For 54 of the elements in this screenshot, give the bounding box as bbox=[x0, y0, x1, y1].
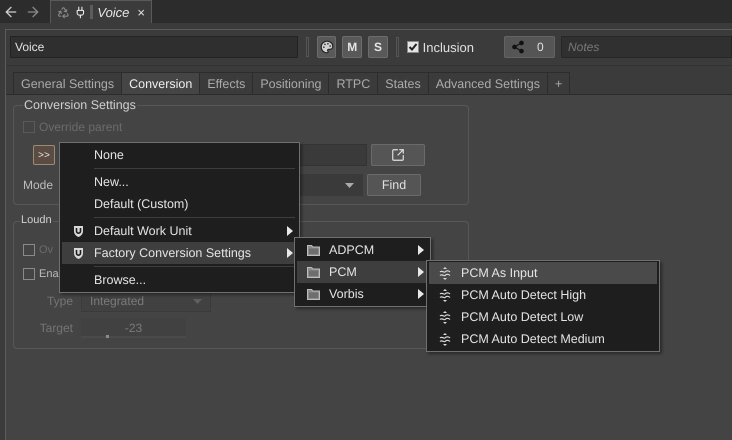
conversion-icon bbox=[439, 288, 451, 302]
inclusion-checkbox[interactable] bbox=[406, 41, 419, 53]
tab[interactable]: + bbox=[546, 72, 570, 94]
solo-button[interactable]: S bbox=[368, 36, 388, 58]
notes-field[interactable]: Notes bbox=[561, 36, 732, 58]
tab-title: Voice bbox=[97, 4, 130, 20]
menu-item[interactable]: Default Work Unit bbox=[62, 220, 297, 242]
inclusion-label: Inclusion bbox=[422, 40, 474, 54]
dropdown-value: Integrated bbox=[90, 294, 144, 308]
menu-item[interactable]: PCM Auto Detect Medium bbox=[429, 328, 657, 350]
folder-icon bbox=[306, 244, 320, 256]
share-icon bbox=[510, 40, 525, 54]
group-title: Conversion Settings bbox=[23, 98, 137, 112]
close-icon[interactable]: × bbox=[137, 4, 146, 20]
enable-label: Ena bbox=[39, 268, 59, 280]
menu-item[interactable]: PCM Auto Detect High bbox=[429, 284, 657, 306]
name-field[interactable]: Voice bbox=[10, 36, 298, 58]
tab[interactable]: General Settings bbox=[13, 72, 122, 94]
tab[interactable]: Positioning bbox=[252, 72, 330, 94]
recycle-icon bbox=[57, 6, 70, 18]
shield-icon bbox=[72, 247, 84, 259]
menu-item[interactable]: Default (Custom) bbox=[62, 193, 297, 215]
menu-item[interactable]: ADPCM bbox=[297, 239, 428, 261]
menu-item[interactable]: None bbox=[62, 144, 297, 166]
conversion-icon bbox=[439, 310, 451, 324]
tab[interactable]: Conversion bbox=[121, 72, 200, 94]
open-external-button[interactable] bbox=[371, 144, 425, 166]
conversion-icon bbox=[439, 266, 451, 280]
menu-item[interactable]: New... bbox=[62, 171, 297, 193]
caret-icon bbox=[345, 183, 354, 188]
caret-icon bbox=[193, 299, 202, 304]
menu-item[interactable]: Browse... bbox=[62, 269, 297, 291]
mode-label: Mode bbox=[23, 178, 54, 192]
menu-item[interactable]: Factory Conversion Settings bbox=[62, 242, 297, 264]
mute-button[interactable]: M bbox=[342, 36, 362, 58]
external-link-icon bbox=[391, 148, 405, 162]
document-tab[interactable]: Voice × bbox=[50, 0, 152, 23]
color-button[interactable] bbox=[316, 36, 336, 58]
group-title: Loudn bbox=[20, 214, 53, 226]
folder-icon bbox=[306, 266, 320, 278]
menu-item[interactable]: PCM bbox=[297, 261, 428, 283]
folder-icon bbox=[306, 288, 320, 300]
slider-value: -23 bbox=[124, 321, 142, 335]
find-button[interactable]: Find bbox=[367, 174, 421, 196]
tab[interactable]: Advanced Settings bbox=[428, 72, 548, 94]
browse-button[interactable]: >> bbox=[33, 145, 55, 165]
conversion-icon bbox=[439, 332, 451, 346]
plug-icon bbox=[74, 6, 86, 18]
menu-item[interactable]: PCM Auto Detect Low bbox=[429, 306, 657, 328]
shield-icon bbox=[72, 225, 84, 237]
menu-item[interactable]: Vorbis bbox=[297, 283, 428, 305]
palette-icon bbox=[320, 40, 334, 54]
menu-item[interactable]: PCM As Input bbox=[429, 262, 657, 284]
references-button[interactable]: 0 bbox=[504, 36, 555, 58]
